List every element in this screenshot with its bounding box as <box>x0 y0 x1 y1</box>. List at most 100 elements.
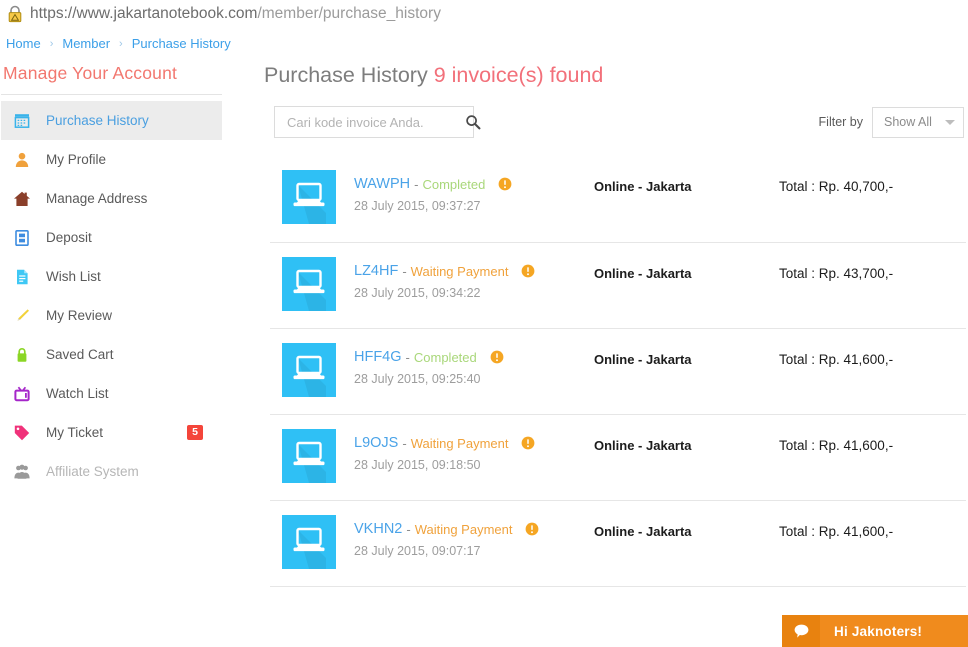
invoice-info: HFF4G - Completed 28 July 2015, 09:25:40 <box>354 343 594 386</box>
search-input[interactable] <box>285 113 465 131</box>
invoice-dash: - <box>402 435 407 451</box>
invoice-row[interactable]: L9OJS - Waiting Payment 28 July 2015, 09:18… <box>270 414 966 500</box>
invoice-headline: LZ4HF - Waiting Payment <box>354 263 594 279</box>
sidebar-item-label: Affiliate System <box>46 464 139 479</box>
sidebar-item-label: Manage Address <box>46 191 148 206</box>
sidebar-item-label: Wish List <box>46 269 101 284</box>
home-icon <box>12 189 32 209</box>
sidebar-item-wish-list[interactable]: Wish List <box>1 257 222 296</box>
invoice-date: 28 July 2015, 09:34:22 <box>354 286 481 300</box>
sidebar-item-purchase-history[interactable]: Purchase History <box>1 101 222 140</box>
invoice-total: Total : Rp. 41,600,- <box>779 524 894 539</box>
receipt-icon <box>12 111 32 131</box>
search-box[interactable] <box>274 106 481 138</box>
invoice-info: LZ4HF - Waiting Payment 28 July 2015, 09:34… <box>354 257 594 300</box>
sidebar-item-label: Watch List <box>46 386 109 401</box>
breadcrumb-separator: › <box>119 37 123 50</box>
search-icon[interactable] <box>465 114 481 130</box>
invoice-status: Waiting Payment <box>414 521 513 537</box>
invoice-status: Waiting Payment <box>410 263 509 279</box>
invoice-headline: VKHN2- Waiting Payment <box>354 521 594 537</box>
chat-bubble-icon <box>794 624 808 638</box>
invoice-code[interactable]: HFF4G <box>354 349 402 365</box>
invoice-row[interactable]: LZ4HF - Waiting Payment 28 July 2015, 09:34… <box>270 242 966 328</box>
invoice-total: Total : Rp. 40,700,- <box>779 179 894 194</box>
invoice-code[interactable]: LZ4HF <box>354 263 398 279</box>
sidebar-item-affiliate-system[interactable]: Affiliate System <box>1 452 222 491</box>
invoice-row[interactable]: HFF4G - Completed 28 July 2015, 09:25:40 Onl… <box>270 328 966 414</box>
page-title: Purchase History 9 invoice(s) found <box>264 57 966 90</box>
info-icon[interactable] <box>498 177 512 191</box>
invoice-channel: Online - Jakarta <box>594 352 692 367</box>
sidebar-item-deposit[interactable]: Deposit <box>1 218 222 257</box>
sidebar-title: Manage Your Account <box>3 63 178 83</box>
invoice-total: Total : Rp. 43,700,- <box>779 266 894 281</box>
invoice-date: 28 July 2015, 09:25:40 <box>354 372 481 386</box>
sidebar-item-saved-cart[interactable]: Saved Cart <box>1 335 222 374</box>
user-icon <box>12 150 32 170</box>
breadcrumb: Home › Member › Purchase History <box>0 28 968 57</box>
sidebar-item-label: My Profile <box>46 152 107 167</box>
filter-selected-value: Show All <box>884 115 932 129</box>
info-icon[interactable] <box>521 436 535 450</box>
invoice-status: Waiting Payment <box>410 435 509 451</box>
browser-url-bar[interactable]: https://www.jakartanotebook.com/member/p… <box>0 0 968 28</box>
invoice-dash: - <box>406 521 411 537</box>
invoice-channel: Online - Jakarta <box>594 438 692 453</box>
sidebar-item-label: Purchase History <box>46 113 149 128</box>
filter-group: Filter by Show All <box>818 106 964 138</box>
invoice-row[interactable]: VKHN2- Waiting Payment 28 July 2015, 09:07… <box>270 500 966 586</box>
laptop-icon[interactable] <box>282 515 336 569</box>
laptop-icon[interactable] <box>282 429 336 483</box>
invoice-code[interactable]: WAWPH <box>354 176 410 192</box>
invoice-dash: - <box>405 349 410 365</box>
sidebar-item-my-review[interactable]: My Review <box>1 296 222 335</box>
sidebar-item-my-profile[interactable]: My Profile <box>1 140 222 179</box>
breadcrumb-item-purchase-history: Purchase History <box>131 36 231 51</box>
sidebar: Manage Your Account Purchase History My P… <box>0 57 222 491</box>
people-icon <box>12 462 32 482</box>
sidebar-item-label: Saved Cart <box>46 347 114 362</box>
chat-widget[interactable]: Hi Jaknoters! <box>782 615 968 647</box>
sidebar-item-label: Deposit <box>46 230 92 245</box>
invoice-headline: L9OJS - Waiting Payment <box>354 435 594 451</box>
invoice-code[interactable]: L9OJS <box>354 435 398 451</box>
invoice-code[interactable]: VKHN2 <box>354 521 402 537</box>
invoice-date: 28 July 2015, 09:07:17 <box>354 544 481 558</box>
warning-lock-icon <box>8 5 22 23</box>
laptop-icon[interactable] <box>282 257 336 311</box>
breadcrumb-item-home[interactable]: Home <box>6 36 41 51</box>
invoice-dash: - <box>414 176 419 192</box>
info-icon[interactable] <box>490 350 504 364</box>
tag-icon <box>12 423 32 443</box>
sidebar-item-badge: 5 <box>187 425 203 440</box>
invoice-headline: WAWPH - Completed <box>354 176 594 192</box>
breadcrumb-separator: › <box>49 37 54 50</box>
sidebar-item-label: My Review <box>46 308 113 323</box>
invoice-channel: Online - Jakarta <box>594 524 692 539</box>
sidebar-item-my-ticket[interactable]: My Ticket 5 <box>1 413 222 452</box>
invoice-date: 28 July 2015, 09:37:27 <box>354 199 481 213</box>
toolbar: Filter by Show All <box>264 90 966 156</box>
sidebar-divider <box>1 94 222 95</box>
info-icon[interactable] <box>525 522 539 536</box>
laptop-icon[interactable] <box>282 170 336 224</box>
sidebar-item-watch-list[interactable]: Watch List <box>1 374 222 413</box>
filter-label: Filter by <box>818 115 863 129</box>
main-content: Purchase History 9 invoice(s) found Filt… <box>222 57 968 587</box>
sidebar-item-manage-address[interactable]: Manage Address <box>1 179 222 218</box>
page-body: Manage Your Account Purchase History My P… <box>0 57 968 587</box>
chat-icon-container <box>782 615 820 647</box>
filter-select[interactable]: Show All <box>872 106 964 138</box>
invoice-channel: Online - Jakarta <box>594 179 692 194</box>
url-domain: https://www.jakartanotebook.com <box>30 5 258 22</box>
breadcrumb-item-member[interactable]: Member <box>62 36 110 51</box>
invoice-info: WAWPH - Completed 28 July 2015, 09:37:27 <box>354 170 594 213</box>
info-icon[interactable] <box>521 264 535 278</box>
invoice-row[interactable]: WAWPH - Completed 28 July 2015, 09:37:27 Onl… <box>270 156 966 242</box>
chat-label: Hi Jaknoters! <box>834 623 923 639</box>
sidebar-item-label: My Ticket <box>46 425 104 440</box>
invoice-headline: HFF4G - Completed <box>354 349 594 365</box>
tv-icon <box>12 384 32 404</box>
laptop-icon[interactable] <box>282 343 336 397</box>
